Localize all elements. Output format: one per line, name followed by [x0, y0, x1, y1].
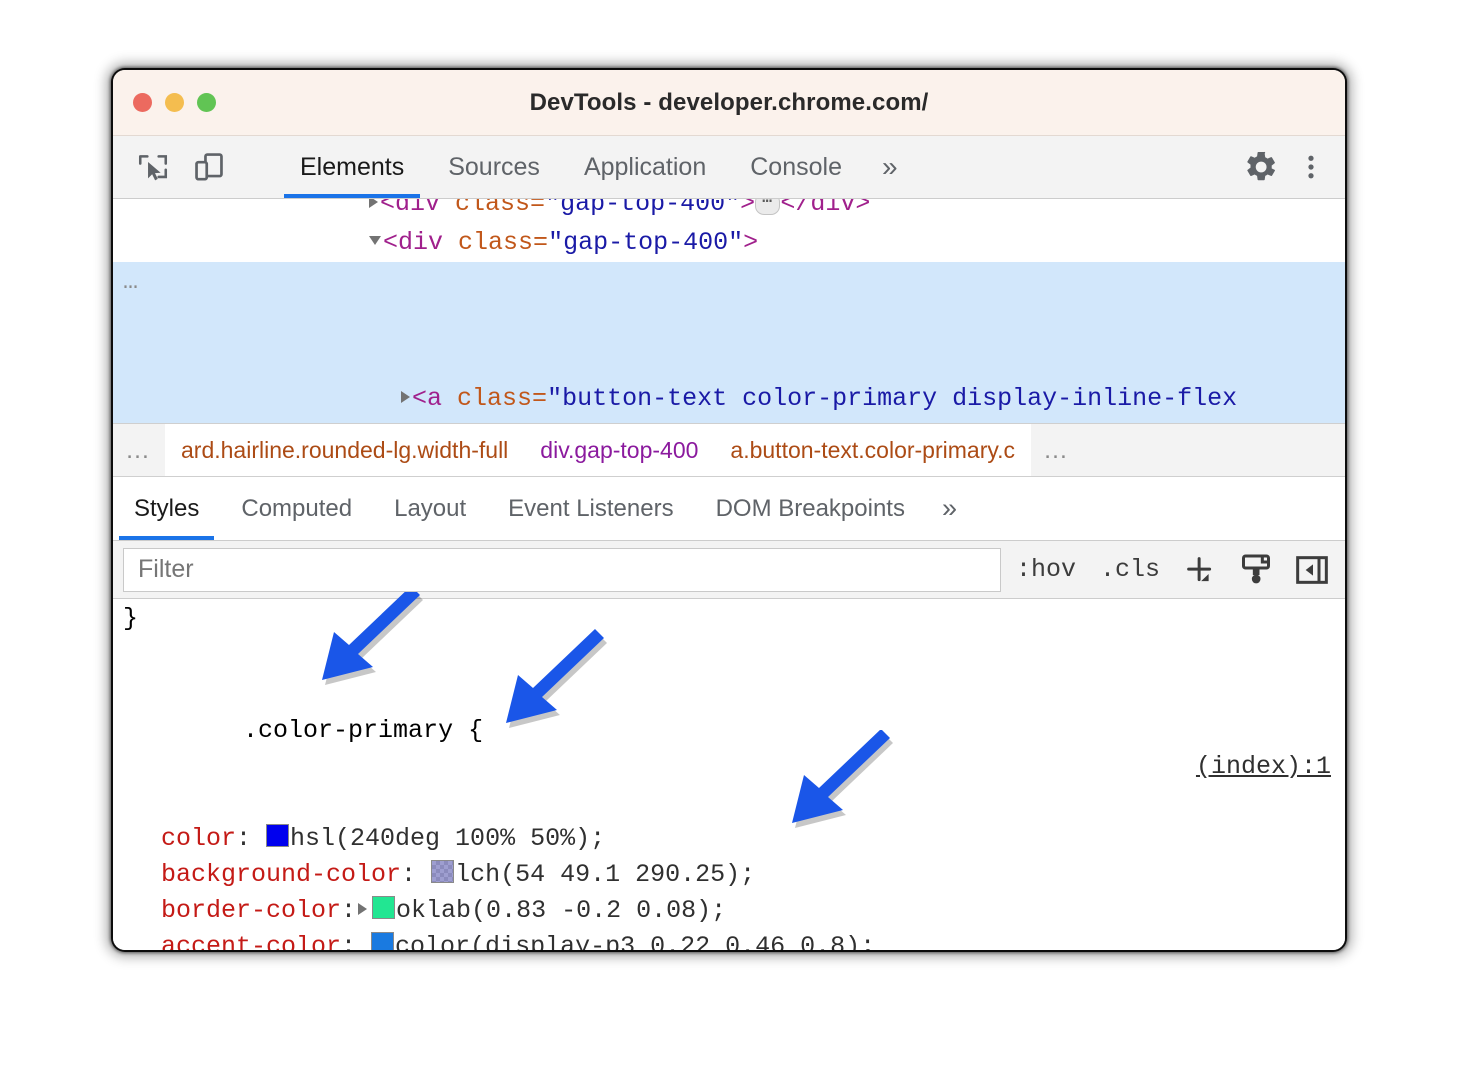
devtools-main-toolbar: Elements Sources Application Console »	[113, 136, 1345, 199]
dom-attr-value: "button-text color-primary display-inlin…	[547, 384, 1237, 413]
traffic-light-buttons	[113, 93, 216, 112]
toolbar-right-icons	[1212, 136, 1345, 198]
collapse-triangle-icon[interactable]	[369, 236, 381, 245]
toolbar-left-icons	[113, 136, 278, 198]
tab-dom-breakpoints[interactable]: DOM Breakpoints	[695, 477, 926, 540]
panel-tab-list: Elements Sources Application Console »	[278, 136, 1212, 198]
device-toolbar-icon[interactable]	[187, 145, 231, 189]
dom-row-div-collapsed[interactable]: <div class="gap-top-400">⋯</div>	[113, 199, 1345, 223]
inspect-element-icon[interactable]	[131, 145, 175, 189]
dom-tag-name: a	[427, 384, 442, 413]
style-origin-link[interactable]: (index):1	[1196, 749, 1331, 785]
breadcrumb-item-card[interactable]: ard.hairline.rounded-lg.width-full	[165, 424, 524, 476]
tab-elements[interactable]: Elements	[278, 136, 426, 198]
declaration-accent-color[interactable]: accent-color: color(display-p3 0.22 0.46…	[113, 929, 1345, 950]
toggle-computed-sidebar-icon[interactable]	[1287, 547, 1337, 593]
dom-attr-name: class=	[443, 228, 548, 257]
dom-row-div-expanded[interactable]: <div class="gap-top-400">	[113, 223, 1345, 262]
window-title: DevTools - developer.chrome.com/	[113, 89, 1345, 117]
dom-attr-value: "gap-top-400"	[545, 199, 740, 218]
tab-styles[interactable]: Styles	[113, 477, 220, 540]
close-window-button[interactable]	[133, 93, 152, 112]
property-name[interactable]: background-color	[161, 860, 401, 889]
filter-input[interactable]: Filter	[123, 548, 1001, 592]
dom-attr-value: "gap-top-400"	[548, 228, 743, 257]
maximize-window-button[interactable]	[197, 93, 216, 112]
property-name[interactable]: accent-color	[161, 932, 341, 950]
rule-selector-color-primary[interactable]: .color-primary { (index):1	[113, 677, 1345, 821]
settings-gear-icon[interactable]	[1239, 145, 1283, 189]
dom-breadcrumb-bar: … ard.hairline.rounded-lg.width-full div…	[113, 423, 1345, 477]
expand-triangle-icon[interactable]	[369, 199, 378, 208]
expand-shorthand-icon[interactable]	[358, 903, 367, 915]
tab-layout[interactable]: Layout	[373, 477, 487, 540]
tab-computed[interactable]: Computed	[220, 477, 373, 540]
devtools-window: DevTools - developer.chrome.com/	[113, 70, 1345, 950]
property-value[interactable]: color(display-p3 0.22 0.46 0.8);	[395, 932, 875, 950]
tab-console[interactable]: Console	[728, 136, 864, 198]
breadcrumb-item-div[interactable]: div.gap-top-400	[524, 424, 714, 476]
tab-application[interactable]: Application	[562, 136, 728, 198]
property-value[interactable]: hsl(240deg 100% 50%);	[290, 824, 605, 853]
new-style-rule-icon[interactable]	[1175, 547, 1225, 593]
dom-closing-tag: </div>	[780, 199, 870, 218]
border-color-swatch[interactable]	[372, 896, 395, 919]
breadcrumb-item-anchor[interactable]: a.button-text.color-primary.c	[714, 424, 1031, 476]
expand-triangle-icon[interactable]	[401, 391, 410, 403]
declaration-color[interactable]: color: hsl(240deg 100% 50%);	[113, 821, 1345, 857]
dom-tag-name: div	[395, 199, 440, 218]
color-swatch[interactable]	[266, 824, 289, 847]
collapsed-children-icon[interactable]: ⋯	[755, 199, 780, 215]
orphan-closing-brace: }	[113, 601, 1345, 637]
filter-placeholder: Filter	[138, 555, 194, 584]
background-color-swatch[interactable]	[431, 860, 454, 883]
more-options-icon[interactable]	[1289, 145, 1333, 189]
declaration-border-color[interactable]: border-color:oklab(0.83 -0.2 0.08);	[113, 893, 1345, 929]
property-name[interactable]: border-color	[161, 896, 341, 925]
dom-tree-panel[interactable]: <div class="gap-top-400">⋯</div> <div cl…	[113, 199, 1345, 423]
tab-event-listeners[interactable]: Event Listeners	[487, 477, 694, 540]
accent-color-swatch[interactable]	[371, 932, 394, 950]
minimize-window-button[interactable]	[165, 93, 184, 112]
styles-rules-panel[interactable]: } .color-primary { (index):1 color: hsl(…	[113, 599, 1345, 950]
styles-pane-tab-list: Styles Computed Layout Event Listeners D…	[113, 477, 1345, 541]
screenshot-root: DevTools - developer.chrome.com/	[0, 0, 1458, 1090]
tab-sources[interactable]: Sources	[426, 136, 562, 198]
styles-filter-toolbar: Filter :hov .cls	[113, 541, 1345, 599]
computed-styles-paintbrush-icon[interactable]	[1231, 547, 1281, 593]
property-name[interactable]: color	[161, 824, 236, 853]
property-value[interactable]: oklab(0.83 -0.2 0.08);	[396, 896, 726, 925]
dom-gutter-overflow-icon[interactable]: …	[123, 262, 140, 301]
breadcrumb-overflow-left-icon[interactable]: …	[113, 424, 165, 476]
more-pane-tabs-chevron-icon[interactable]: »	[926, 477, 973, 540]
element-classes-button[interactable]: .cls	[1091, 547, 1169, 593]
breadcrumb-overflow-right-icon[interactable]: …	[1031, 424, 1083, 476]
window-titlebar: DevTools - developer.chrome.com/	[113, 70, 1345, 136]
dom-row-selected-anchor[interactable]: … <a class="button-text color-primary di…	[113, 262, 1345, 423]
declaration-background-color[interactable]: background-color: lch(54 49.1 290.25);	[113, 857, 1345, 893]
dom-attr-name: class=	[442, 384, 547, 413]
dom-attr-name: class=	[440, 199, 545, 218]
property-value[interactable]: lch(54 49.1 290.25);	[455, 860, 755, 889]
dom-tag-name: div	[398, 228, 443, 257]
selector-text[interactable]: .color-primary {	[243, 716, 483, 745]
toggle-element-state-button[interactable]: :hov	[1007, 547, 1085, 593]
more-tabs-chevron-icon[interactable]: »	[864, 136, 916, 198]
